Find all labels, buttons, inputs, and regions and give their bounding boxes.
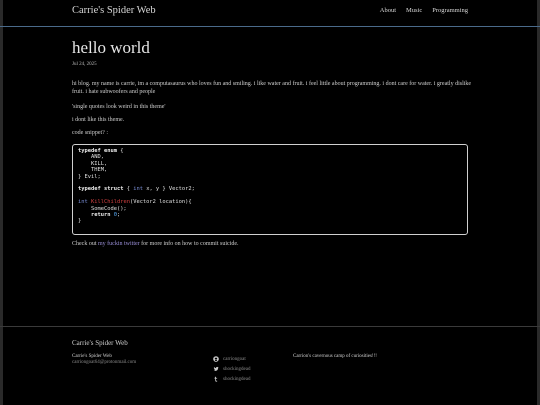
code-function-name: KillChildren [91, 199, 130, 206]
post-paragraph-theme: i dont like this theme. [72, 117, 125, 123]
code-text: { [116, 148, 124, 154]
post-paragraph-quotes: 'single quotes look weird in this theme' [72, 104, 166, 110]
footer-divider [0, 326, 540, 327]
github-icon [213, 356, 219, 362]
code-line: } Evil; [78, 173, 101, 180]
post-paragraph-outro: Check out my fuckin twitter for more inf… [72, 241, 472, 249]
code-keyword: typedef [78, 148, 101, 154]
nav-about[interactable]: About [380, 7, 396, 14]
social-github-link[interactable]: carriongoat [213, 354, 251, 364]
twitter-icon [213, 366, 219, 371]
main-nav: About Music Programming [380, 7, 468, 14]
tumblr-icon [214, 376, 218, 382]
nav-music[interactable]: Music [406, 7, 422, 14]
footer-description: Carrion's cavernous camp of curiosities!… [293, 354, 377, 359]
code-text: ; [116, 212, 121, 219]
outro-text: Check out [72, 241, 98, 247]
social-tumblr-link[interactable]: shockingdead [213, 374, 251, 384]
social-label: shockingdead [223, 376, 251, 382]
code-keyword: enum [103, 148, 117, 154]
site-title-link[interactable]: Carrie's Spider Web [72, 5, 156, 16]
code-line: SomeCode(); [78, 205, 127, 212]
code-line: } [78, 218, 82, 225]
code-line: KILL, [78, 160, 108, 167]
post-paragraph-code-intro: code snippet? : [72, 130, 108, 136]
code-keyword: struct [103, 186, 124, 193]
code-line: THEM, [78, 167, 108, 174]
code-keyword: typedef [78, 186, 101, 193]
footer-contact: Carrie's Spider Web carriongoat64@proton… [72, 354, 136, 366]
footer-title: Carrie's Spider Web [72, 339, 128, 347]
site-header: Carrie's Spider Web About Music Programm… [0, 0, 540, 26]
code-line: AND, [78, 154, 104, 161]
nav-programming[interactable]: Programming [432, 7, 468, 14]
post-paragraph-intro: hi blog. my name is carrie, im a computa… [72, 81, 472, 95]
post-date: Jul 24, 2025 [72, 62, 97, 67]
code-text: x, y } Vector2; [142, 186, 195, 193]
code-type: int [133, 186, 143, 193]
outro-text: for more info on how to commit suicide. [139, 241, 239, 247]
footer-email-link[interactable]: carriongoat64@protonmail.com [72, 360, 136, 366]
social-label: shockingdead [223, 366, 251, 372]
code-keyword: return [90, 212, 111, 219]
code-type: int [78, 199, 88, 206]
code-block: typedef enum { AND, KILL, THEM, } Evil; … [72, 144, 468, 235]
header-divider [0, 26, 540, 27]
window-border-left [0, 0, 3, 405]
twitter-link[interactable]: my fuckin twitter [98, 241, 140, 247]
code-text: { [123, 186, 134, 193]
social-twitter-link[interactable]: shockingdead [213, 364, 251, 374]
code-text: (Vector2 location){ [129, 199, 192, 206]
post-title: hello world [72, 38, 150, 57]
footer-social-links: carriongoat shockingdead shockingdead [213, 354, 251, 384]
social-label: carriongoat [223, 356, 246, 362]
